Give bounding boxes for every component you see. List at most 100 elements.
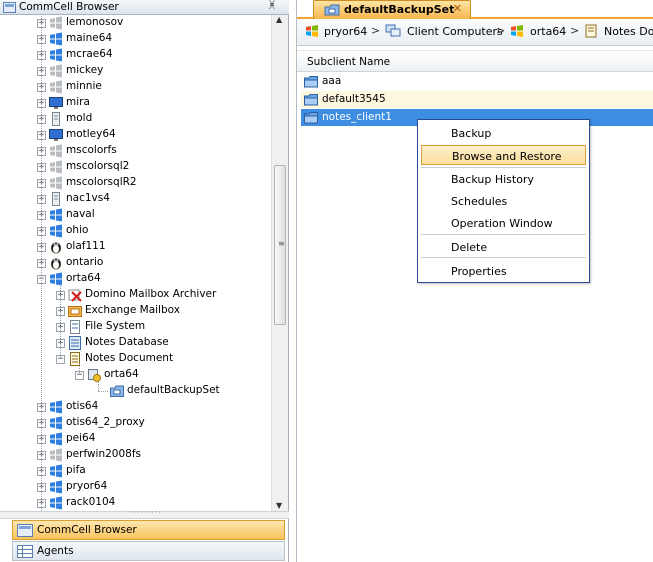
backupset-icon	[324, 4, 340, 16]
tree-node-label: File System	[85, 320, 146, 332]
notes-document-icon	[585, 24, 597, 38]
splitter-grip-icon: ·········	[130, 508, 162, 517]
tree-node-label: Exchange Mailbox	[85, 304, 180, 316]
windows-logo-icon	[306, 25, 318, 37]
subclient-grid-header[interactable]: Subclient Name	[297, 50, 653, 72]
agents-grid-icon	[17, 545, 33, 558]
windows-client-icon	[49, 480, 63, 494]
tree-node-label: perfwin2008fs	[66, 448, 142, 460]
tree-connector-line	[98, 380, 99, 391]
windows-client-icon	[49, 496, 63, 510]
table-row[interactable]: aaa	[301, 73, 653, 90]
client-icon-gray	[49, 64, 63, 78]
tree-node-label: Notes Document	[85, 352, 174, 364]
tab-label: defaultBackupSet	[344, 3, 455, 16]
exchange-mailbox-icon	[68, 304, 82, 318]
menu-item-schedules[interactable]: Schedules	[421, 191, 586, 211]
tree-node-label: mira	[66, 96, 90, 108]
tree-node-label: ontario	[66, 256, 104, 268]
tree-connector-line	[60, 284, 61, 359]
subclient-folder-icon	[304, 93, 318, 110]
linux-client-icon	[49, 256, 63, 270]
breadcrumb-item-client-computers[interactable]: Client Computers	[407, 25, 503, 38]
menu-item-delete[interactable]: Delete	[421, 237, 586, 257]
tree-node-label: lemonosov	[66, 16, 124, 28]
menu-separator	[421, 257, 586, 258]
panel-header: CommCell Browser ᚸ	[0, 0, 289, 15]
panel-title: CommCell Browser	[19, 1, 119, 13]
tree-node-label: motley64	[66, 128, 116, 140]
monitor-client-icon	[49, 128, 63, 142]
tree-node-label: minnie	[66, 80, 102, 92]
tree-node-label: Notes Database	[85, 336, 169, 348]
tree-node-label: Domino Mailbox Archiver	[85, 288, 217, 300]
menu-separator	[421, 234, 586, 235]
tree-connector-line	[79, 364, 80, 375]
windows-logo-icon	[511, 25, 523, 37]
client-computers-icon	[385, 24, 401, 37]
panel-splitter[interactable]: ·········	[0, 508, 289, 519]
scroll-down-arrow-icon[interactable]: ▼	[276, 501, 282, 510]
menu-item-label: Operation Window	[451, 217, 553, 230]
tree-connector-line	[98, 391, 108, 392]
tree-node-label: rack0104	[66, 496, 116, 508]
menu-item-label: Backup History	[451, 173, 534, 186]
table-row[interactable]: default3545	[301, 91, 653, 108]
close-icon[interactable]: ✕	[453, 2, 462, 15]
tree-node-label: mold	[66, 112, 93, 124]
tree-connector-line	[41, 15, 42, 511]
menu-item-label: Browse and Restore	[452, 150, 562, 163]
server-client-icon	[49, 112, 63, 126]
commcell-browser-panel: CommCell Browser ᚸ + lemonosov + maine64 + mc…	[0, 0, 289, 562]
menu-item-backup-history[interactable]: Backup History	[421, 169, 586, 189]
tab-default-backup-set[interactable]: defaultBackupSet ✕	[313, 0, 471, 19]
tab-agents[interactable]: Agents	[12, 541, 285, 561]
linux-client-icon	[49, 240, 63, 254]
tab-label: Agents	[37, 545, 74, 557]
tree-node-label: mickey	[66, 64, 104, 76]
tree-node-label: pei64	[66, 432, 96, 444]
pin-icon[interactable]: ᚸ	[269, 0, 275, 11]
windows-client-icon	[49, 208, 63, 222]
menu-item-backup[interactable]: Backup	[421, 123, 586, 143]
breadcrumb-item-pryor64[interactable]: pryor64	[324, 25, 367, 38]
windows-client-icon	[49, 464, 63, 478]
tree-node-label: maine64	[66, 32, 113, 44]
tree-node-label: mcrae64	[66, 48, 113, 60]
tree-node-label: naval	[66, 208, 95, 220]
column-header-subclient-name[interactable]: Subclient Name	[307, 56, 390, 68]
subclient-folder-icon	[304, 75, 318, 92]
tab-commcell-browser[interactable]: CommCell Browser	[12, 520, 285, 540]
scroll-up-arrow-icon[interactable]: ▲	[276, 15, 282, 24]
client-icon-gray	[49, 160, 63, 174]
domino-archiver-icon	[68, 288, 82, 302]
breadcrumb-item-orta64[interactable]: orta64	[530, 25, 566, 38]
notes-database-icon	[68, 336, 82, 350]
windows-client-icon	[49, 400, 63, 414]
tree-node-label: olaf111	[66, 240, 106, 252]
document-tabstrip: defaultBackupSet ✕	[297, 0, 653, 19]
commcell-icon	[3, 2, 16, 13]
scrollbar-thumb[interactable]: ≡	[274, 165, 286, 325]
client-icon-gray	[49, 144, 63, 158]
tree-node-label: defaultBackupSet	[127, 384, 220, 396]
windows-client-icon	[49, 32, 63, 46]
menu-item-label: Backup	[451, 127, 492, 140]
tree-scrollbar[interactable]: ▲ ≡ ▼	[271, 15, 288, 511]
tree-node-label: pifa	[66, 464, 86, 476]
menu-item-label: Schedules	[451, 195, 508, 208]
tree-node-label: pryor64	[66, 480, 108, 492]
subclient-name: notes_client1	[322, 111, 392, 123]
menu-item-properties[interactable]: Properties	[421, 261, 586, 281]
tree-node-label: nac1vs4	[66, 192, 110, 204]
tree-node-label: mscolorsql2	[66, 160, 130, 172]
subclient-name: aaa	[322, 75, 342, 87]
commcell-tree[interactable]: + lemonosov + maine64 + mcrae64 + mickey + minnie…	[0, 15, 271, 511]
menu-item-browse-and-restore[interactable]: Browse and Restore	[421, 145, 586, 165]
tree-node-label: mscolorfs	[66, 144, 117, 156]
tree-node-label: otis64_2_proxy	[66, 416, 145, 428]
menu-item-operation-window[interactable]: Operation Window	[421, 213, 586, 233]
breadcrumb-item-notes-document[interactable]: Notes Doc	[604, 25, 653, 38]
monitor-client-icon	[49, 96, 63, 110]
windows-client-icon	[49, 416, 63, 430]
